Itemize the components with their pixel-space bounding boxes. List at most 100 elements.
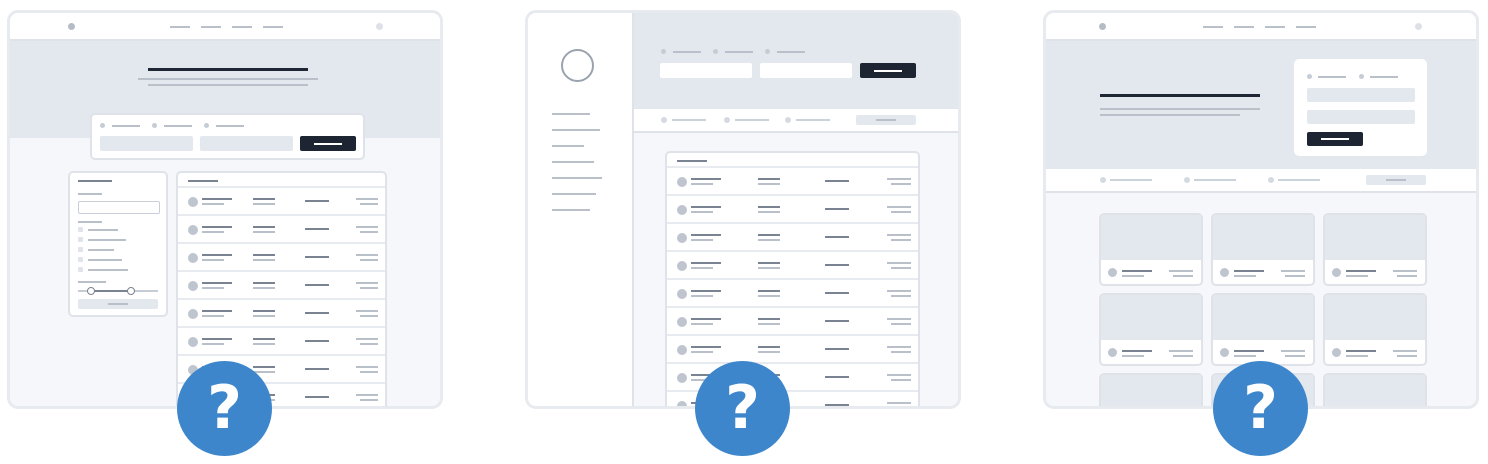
sidebar-item[interactable]	[552, 129, 600, 131]
card-image	[1101, 215, 1201, 260]
tab-label[interactable]	[672, 119, 706, 121]
row-subtitle	[202, 343, 224, 345]
table-row[interactable]	[667, 166, 918, 196]
card-image	[1213, 215, 1313, 260]
table-row[interactable]	[667, 194, 918, 224]
table-heading	[188, 180, 218, 182]
row-avatar	[677, 317, 687, 327]
filter-checkbox[interactable]	[78, 247, 83, 252]
row-subtitle	[691, 239, 713, 241]
search-field[interactable]	[1307, 110, 1415, 124]
grid-card[interactable]	[1099, 373, 1203, 406]
filter-checkbox[interactable]	[78, 267, 83, 272]
option-label	[1318, 76, 1346, 78]
search-field[interactable]	[200, 136, 293, 151]
option-dot[interactable]	[204, 123, 209, 128]
range-slider-handle[interactable]	[87, 287, 95, 295]
option-label	[112, 125, 140, 127]
table-row[interactable]	[178, 270, 385, 300]
filter-checkbox[interactable]	[78, 237, 83, 242]
grid-card[interactable]	[1099, 293, 1203, 366]
hero-subtitle	[148, 84, 308, 86]
option-label	[777, 51, 805, 53]
nav-link[interactable]	[201, 26, 221, 28]
card-meta	[1173, 355, 1193, 357]
grid-card[interactable]	[1323, 293, 1427, 366]
grid-card[interactable]	[1099, 213, 1203, 286]
card-meta	[1169, 350, 1193, 352]
row-cell	[360, 231, 378, 233]
option-dot[interactable]	[100, 123, 105, 128]
left-sidebar	[528, 13, 634, 406]
row-subtitle	[691, 183, 713, 185]
grid-card[interactable]	[1211, 293, 1315, 366]
search-field[interactable]	[660, 63, 752, 78]
tab-label[interactable]	[735, 119, 769, 121]
nav-link[interactable]	[232, 26, 252, 28]
row-avatar	[188, 225, 198, 235]
tab-label[interactable]	[1110, 179, 1152, 181]
account-dot[interactable]	[1415, 23, 1422, 30]
table-row[interactable]	[667, 222, 918, 252]
sidebar-item[interactable]	[552, 113, 590, 115]
search-field[interactable]	[760, 63, 852, 78]
search-button[interactable]	[300, 136, 356, 151]
nav-link[interactable]	[170, 26, 190, 28]
option-label	[1370, 76, 1398, 78]
option-dot[interactable]	[1307, 74, 1312, 79]
avatar[interactable]	[561, 49, 594, 82]
table-row[interactable]	[178, 214, 385, 244]
row-cell	[356, 226, 378, 228]
option-dot[interactable]	[713, 49, 718, 54]
grid-card[interactable]	[1211, 213, 1315, 286]
nav-link[interactable]	[1203, 26, 1223, 28]
filter-input[interactable]	[78, 201, 160, 214]
option-dot[interactable]	[152, 123, 157, 128]
table-row[interactable]	[178, 298, 385, 328]
filter-checkbox[interactable]	[78, 227, 83, 232]
table-row[interactable]	[667, 334, 918, 364]
card-avatar	[1220, 348, 1229, 357]
sidebar-item[interactable]	[552, 145, 584, 147]
search-button[interactable]	[1307, 132, 1363, 146]
tab-label[interactable]	[796, 119, 830, 121]
table-row[interactable]	[667, 306, 918, 336]
nav-link[interactable]	[1234, 26, 1254, 28]
search-field[interactable]	[100, 136, 193, 151]
option-dot[interactable]	[1359, 74, 1364, 79]
row-subtitle	[202, 259, 224, 261]
range-slider-handle[interactable]	[127, 287, 135, 295]
sidebar-item[interactable]	[552, 161, 594, 163]
row-cell	[305, 340, 329, 342]
search-button[interactable]	[860, 63, 916, 78]
table-row[interactable]	[178, 326, 385, 356]
row-cell	[891, 183, 911, 185]
row-cell	[887, 346, 911, 348]
nav-link[interactable]	[1265, 26, 1285, 28]
sidebar-item[interactable]	[552, 209, 590, 211]
account-dot[interactable]	[376, 23, 383, 30]
search-field[interactable]	[1307, 88, 1415, 102]
row-cell	[305, 284, 329, 286]
table-row[interactable]	[178, 186, 385, 216]
sidebar-item[interactable]	[552, 193, 596, 195]
question-mark-icon[interactable]: ?	[1213, 361, 1308, 456]
question-mark-icon[interactable]: ?	[695, 361, 790, 456]
grid-card[interactable]	[1323, 373, 1427, 406]
table-row[interactable]	[667, 250, 918, 280]
tab-label[interactable]	[1194, 179, 1236, 181]
row-cell	[758, 178, 780, 180]
nav-link[interactable]	[263, 26, 283, 28]
grid-card[interactable]	[1323, 213, 1427, 286]
nav-bar	[10, 13, 440, 41]
sidebar-item[interactable]	[552, 177, 602, 179]
tab-label[interactable]	[1278, 179, 1320, 181]
option-dot[interactable]	[765, 49, 770, 54]
option-dot[interactable]	[661, 49, 666, 54]
filter-checkbox[interactable]	[78, 257, 83, 262]
question-mark-icon[interactable]: ?	[177, 361, 272, 456]
row-subtitle	[691, 211, 713, 213]
table-row[interactable]	[667, 278, 918, 308]
nav-link[interactable]	[1296, 26, 1316, 28]
table-row[interactable]	[178, 242, 385, 272]
